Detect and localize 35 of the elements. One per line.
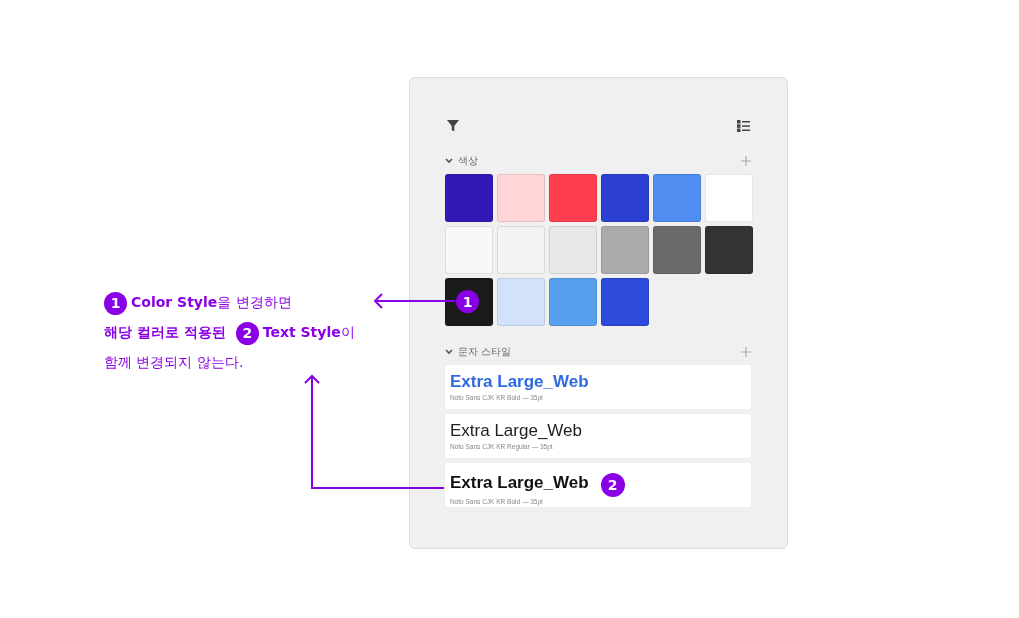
chevron-icon[interactable] <box>445 158 453 164</box>
color-swatch[interactable] <box>445 174 493 222</box>
annotation-text: Text Style이 <box>262 324 355 342</box>
text-style-name: Extra Large_Web <box>450 472 589 494</box>
text-style-name: Extra Large_Web <box>450 420 582 442</box>
color-swatch[interactable] <box>653 174 701 222</box>
color-swatch[interactable] <box>601 174 649 222</box>
color-swatch[interactable]: 1 <box>445 278 493 326</box>
number-badge: 1 <box>104 291 127 315</box>
annotation-text: Color Style을 변경하면 <box>131 294 292 312</box>
chevron-icon[interactable] <box>445 349 453 355</box>
color-swatch[interactable] <box>549 226 597 274</box>
color-swatch[interactable] <box>705 226 753 274</box>
section-title: 색상 <box>458 154 478 168</box>
filter-icon[interactable] <box>447 120 459 132</box>
annotation-text: 함께 변경되지 않는다. <box>104 354 244 372</box>
color-swatch[interactable] <box>497 226 545 274</box>
color-swatch[interactable] <box>549 174 597 222</box>
number-badge: 2 <box>600 473 625 497</box>
section-title: 문자 스타일 <box>458 345 512 359</box>
number-badge: 1 <box>456 290 479 313</box>
annotation-text: 해당 컬러로 적용된 <box>104 324 226 342</box>
color-swatch[interactable] <box>705 174 753 222</box>
add-icon[interactable] <box>741 156 751 166</box>
color-swatch[interactable] <box>497 174 545 222</box>
add-icon[interactable] <box>741 347 751 357</box>
color-swatch[interactable] <box>549 278 597 326</box>
color-swatch[interactable] <box>653 226 701 274</box>
color-swatch[interactable] <box>445 226 493 274</box>
color-swatch[interactable] <box>601 278 649 326</box>
color-swatch[interactable] <box>601 226 649 274</box>
number-badge: 2 <box>235 321 259 345</box>
color-swatch[interactable] <box>497 278 545 326</box>
text-style-name: Extra Large_Web <box>450 371 589 393</box>
list-view-icon[interactable] <box>737 120 750 132</box>
